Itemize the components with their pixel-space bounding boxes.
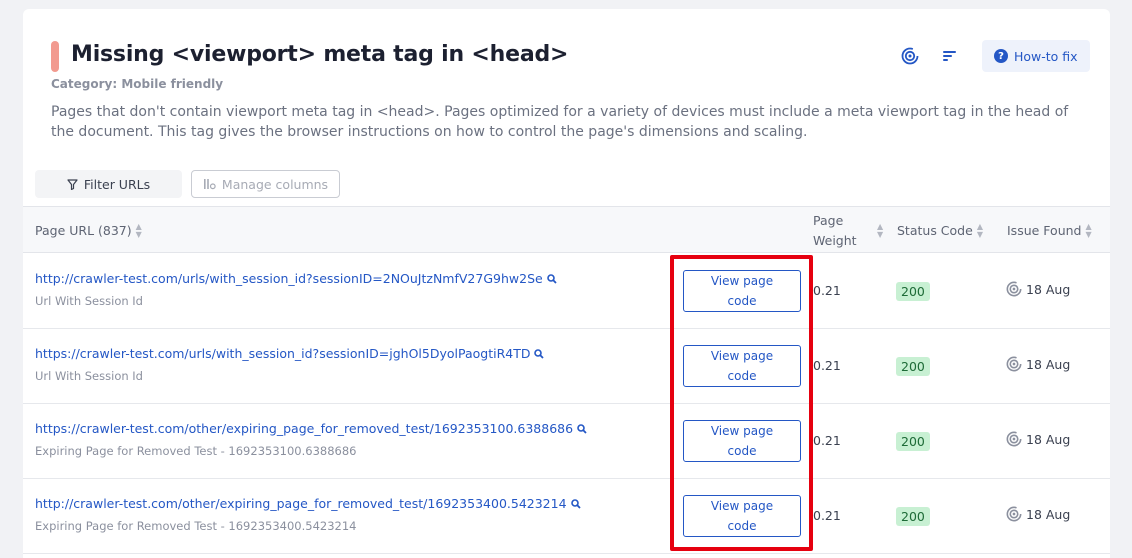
how-to-fix-button[interactable]: ? How-to fix [982,40,1090,72]
issue-date: 18 Aug [1026,506,1071,522]
page-title-text: Url With Session Id [35,294,143,308]
page-url-text: http://crawler-test.com/other/expiring_p… [35,496,567,511]
page-url-link[interactable]: http://crawler-test.com/urls/with_sessio… [35,271,557,286]
view-page-code-button[interactable]: View page code [683,345,801,387]
manage-columns-button[interactable]: Manage columns [191,170,340,198]
page-weight-value: 0.21 [813,433,841,448]
manage-columns-label: Manage columns [221,176,329,192]
target-icon [1006,356,1022,372]
page-url-link[interactable]: http://crawler-test.com/other/expiring_p… [35,496,581,511]
sort-arrows-icon: ▲ ▼ [1085,221,1092,239]
column-page-url-label: Page URL (837) [35,223,132,238]
table-header: Page URL (837) ▲ ▼ Page Weight ▲ ▼ Status … [23,206,1110,253]
column-issue-found-label: Issue Found [1007,223,1082,238]
page-title: Missing <viewport> meta tag in <head> [71,42,569,67]
sort-arrows-icon: ▲ ▼ [877,221,884,239]
filter-icon [67,178,78,190]
view-page-code-button[interactable]: View page code [683,420,801,462]
page-weight-value: 0.21 [813,358,841,373]
page-url-text: http://crawler-test.com/urls/with_sessio… [35,271,543,286]
column-page-url[interactable]: Page URL (837) ▲ ▼ [35,207,142,254]
column-page-weight[interactable]: Page Weight ▲ ▼ [813,207,885,254]
page-title-text: Expiring Page for Removed Test - 1692353… [35,519,357,533]
how-to-fix-label: How-to fix [1014,48,1078,64]
help-icon: ? [994,49,1008,63]
filter-urls-label: Filter URLs [83,176,151,192]
target-icon [901,47,919,65]
column-issue-found[interactable]: Issue Found ▲ ▼ [1007,207,1092,254]
column-status-code[interactable]: Status Code ▲ ▼ [897,207,983,254]
issue-category: Category: Mobile friendly [51,77,224,91]
issue-found-cell: 18 Aug [1006,281,1070,297]
status-badge: 200 [896,282,930,301]
issue-found-cell: 18 Aug [1006,356,1070,372]
table-row: http://crawler-test.com/urls/with_sessio… [23,254,1110,329]
page-title-text: Url With Session Id [35,369,143,383]
target-icon [1006,431,1022,447]
column-page-weight-label: Page Weight [813,212,857,248]
column-status-code-label: Status Code [897,223,973,238]
issue-date: 18 Aug [1026,281,1071,297]
sort-arrows-icon: ▲ ▼ [135,221,142,239]
target-icon [1006,281,1022,297]
table-row: https://crawler-test.com/urls/with_sessi… [23,329,1110,404]
issue-description: Pages that don't contain viewport meta t… [51,104,1069,140]
target-icon [1006,506,1022,522]
issue-history-button[interactable] [896,42,924,70]
issue-date: 18 Aug [1026,431,1071,447]
issue-found-cell: 18 Aug [1006,506,1070,522]
page-url-text: https://crawler-test.com/urls/with_sessi… [35,346,531,361]
page-url-link[interactable]: https://crawler-test.com/urls/with_sessi… [35,346,545,361]
filter-urls-button[interactable]: Filter URLs [35,170,182,198]
search-icon[interactable] [534,348,545,359]
status-badge: 200 [896,357,930,376]
issue-date: 18 Aug [1026,356,1071,372]
sort-lines-icon [943,51,956,61]
columns-icon [203,179,216,190]
page-weight-value: 0.21 [813,283,841,298]
table-row: http://crawler-test.com/other/expiring_p… [23,479,1110,554]
table-row: https://crawler-test.com/other/expiring_… [23,404,1110,479]
page-weight-value: 0.21 [813,508,841,523]
sort-arrows-icon: ▲ ▼ [976,221,983,239]
status-badge: 200 [896,432,930,451]
issue-card: Missing <viewport> meta tag in <head> Ca… [23,9,1110,558]
search-icon[interactable] [570,498,581,509]
severity-indicator [51,41,59,72]
view-page-code-button[interactable]: View page code [683,495,801,537]
issue-found-cell: 18 Aug [1006,431,1070,447]
page-url-link[interactable]: https://crawler-test.com/other/expiring_… [35,421,587,436]
header-actions: ? How-to fix [896,40,1090,72]
page-title-text: Expiring Page for Removed Test - 1692353… [35,444,357,458]
search-icon[interactable] [546,273,557,284]
sort-button[interactable] [936,42,964,70]
search-icon[interactable] [577,423,587,434]
page-url-text: https://crawler-test.com/other/expiring_… [35,421,574,436]
view-page-code-button[interactable]: View page code [683,270,801,312]
status-badge: 200 [896,507,930,526]
